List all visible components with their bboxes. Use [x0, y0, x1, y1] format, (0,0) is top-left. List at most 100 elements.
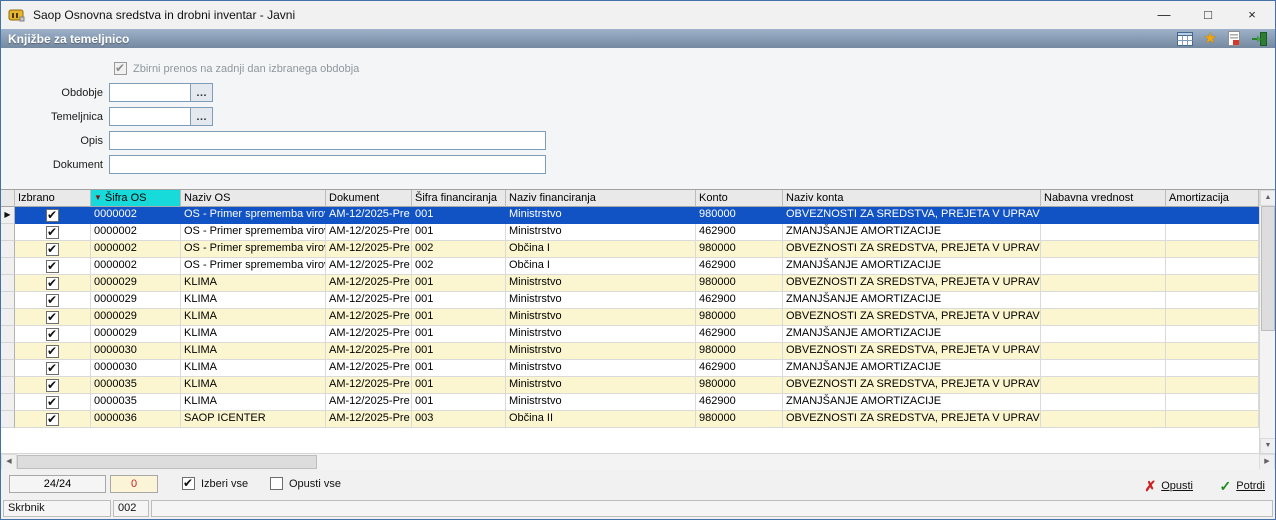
column-header-sifra_os[interactable]: ▼ Šifra OS: [91, 190, 181, 207]
scroll-left-icon[interactable]: ◀: [1, 454, 17, 470]
row-selector: [1, 275, 15, 292]
row-selector: [1, 326, 15, 343]
secondary-counter: 0: [110, 475, 158, 493]
cell-izbrano[interactable]: [15, 343, 91, 360]
cell-izbrano[interactable]: [15, 292, 91, 309]
grid-row[interactable]: 0000030KLIMAAM-12/2025-Pre001Ministrstvo…: [1, 360, 1259, 377]
cell-naziv_os: KLIMA: [181, 360, 326, 377]
column-header-naziv_fin[interactable]: Naziv financiranja: [506, 190, 696, 207]
maximize-icon[interactable]: □: [1193, 4, 1223, 26]
row-checkbox[interactable]: [46, 412, 59, 427]
cell-sifra_fin: 001: [412, 360, 506, 377]
cell-naziv_konta: OBVEZNOSTI ZA SREDSTVA, PREJETA V UPRAVL…: [783, 343, 1041, 360]
horizontal-scrollbar[interactable]: ◀ ▶: [1, 453, 1275, 470]
potrdi-button-label: Potrdi: [1236, 480, 1265, 492]
column-header-naziv_konta[interactable]: Naziv konta: [783, 190, 1041, 207]
cell-naziv_os: KLIMA: [181, 292, 326, 309]
cell-izbrano[interactable]: [15, 275, 91, 292]
temeljnica-input[interactable]: [109, 107, 191, 126]
dokument-input[interactable]: [109, 155, 546, 174]
grid-row[interactable]: 0000035KLIMAAM-12/2025-Pre001Ministrstvo…: [1, 394, 1259, 411]
report-icon[interactable]: [1228, 31, 1240, 46]
grid-row[interactable]: 0000002OS - Primer sprememba virovAM-12/…: [1, 241, 1259, 258]
close-icon[interactable]: ×: [1237, 4, 1267, 26]
cell-sifra_os: 0000002: [91, 207, 181, 224]
cell-izbrano[interactable]: [15, 360, 91, 377]
cell-izbrano[interactable]: [15, 394, 91, 411]
cell-izbrano[interactable]: [15, 411, 91, 428]
column-header-naziv_os[interactable]: Naziv OS: [181, 190, 326, 207]
izberi-vse-checkbox[interactable]: Izberi vse: [182, 476, 248, 490]
row-checkbox[interactable]: [46, 395, 59, 410]
grid-row[interactable]: ▶ 0000002OS - Primer sprememba virovAM-12…: [1, 207, 1259, 224]
cell-naziv_os: KLIMA: [181, 377, 326, 394]
obdobje-picker-button[interactable]: …: [191, 83, 213, 102]
opusti-vse-checkbox[interactable]: Opusti vse: [270, 477, 341, 490]
cell-izbrano[interactable]: [15, 377, 91, 394]
opusti-vse-box[interactable]: [270, 477, 283, 490]
grid-row[interactable]: 0000029KLIMAAM-12/2025-Pre001Ministrstvo…: [1, 309, 1259, 326]
scroll-down-icon[interactable]: ▼: [1260, 438, 1275, 454]
opusti-button[interactable]: ✗ Opusti: [1144, 476, 1193, 496]
horizontal-scroll-thumb[interactable]: [17, 455, 317, 469]
row-checkbox[interactable]: [46, 344, 59, 359]
cell-izbrano[interactable]: [15, 207, 91, 224]
cell-konto: 980000: [696, 275, 783, 292]
cell-dokument: AM-12/2025-Pre: [326, 258, 412, 275]
grid-row[interactable]: 0000002OS - Primer sprememba virovAM-12/…: [1, 224, 1259, 241]
column-header-izbrano[interactable]: Izbrano: [15, 190, 91, 207]
column-header-nabavna[interactable]: Nabavna vrednost: [1041, 190, 1166, 207]
vertical-scrollbar[interactable]: ▲ ▼: [1259, 190, 1275, 454]
potrdi-button[interactable]: ✓ Potrdi: [1220, 476, 1265, 496]
cell-izbrano[interactable]: [15, 224, 91, 241]
row-selector: [1, 411, 15, 428]
row-checkbox[interactable]: [46, 378, 59, 393]
minimize-icon[interactable]: —: [1149, 4, 1179, 26]
column-header-konto[interactable]: Konto: [696, 190, 783, 207]
row-checkbox[interactable]: [46, 242, 59, 257]
izberi-vse-box[interactable]: [182, 476, 195, 490]
scroll-right-icon[interactable]: ▶: [1259, 454, 1275, 470]
vertical-scroll-thumb[interactable]: [1261, 206, 1275, 331]
opis-input[interactable]: [109, 131, 546, 150]
column-header-amort[interactable]: Amortizacija: [1166, 190, 1259, 207]
cell-naziv_os: OS - Primer sprememba virov: [181, 241, 326, 258]
cell-nabavna: [1041, 309, 1166, 326]
cell-amort: [1166, 343, 1259, 360]
cell-amort: [1166, 241, 1259, 258]
row-checkbox[interactable]: [46, 327, 59, 342]
favorites-star-icon[interactable]: ★: [1204, 31, 1217, 46]
row-checkbox[interactable]: [46, 276, 59, 291]
grid-row[interactable]: 0000030KLIMAAM-12/2025-Pre001Ministrstvo…: [1, 343, 1259, 360]
row-checkbox[interactable]: [46, 259, 59, 274]
cell-sifra_fin: 001: [412, 292, 506, 309]
row-checkbox[interactable]: [46, 293, 59, 308]
grid-row[interactable]: 0000029KLIMAAM-12/2025-Pre001Ministrstvo…: [1, 275, 1259, 292]
cell-izbrano[interactable]: [15, 241, 91, 258]
grid-corner: [1, 190, 15, 207]
exit-icon[interactable]: [1251, 31, 1267, 46]
cell-dokument: AM-12/2025-Pre: [326, 360, 412, 377]
grid-row[interactable]: 0000002OS - Primer sprememba virovAM-12/…: [1, 258, 1259, 275]
cell-izbrano[interactable]: [15, 258, 91, 275]
row-checkbox[interactable]: [46, 361, 59, 376]
row-checkbox[interactable]: [46, 208, 59, 223]
column-header-sifra_fin[interactable]: Šifra financiranja: [412, 190, 506, 207]
cell-izbrano[interactable]: [15, 309, 91, 326]
grid-row[interactable]: 0000035KLIMAAM-12/2025-Pre001Ministrstvo…: [1, 377, 1259, 394]
cell-sifra_fin: 001: [412, 207, 506, 224]
grid-row[interactable]: 0000029KLIMAAM-12/2025-Pre001Ministrstvo…: [1, 326, 1259, 343]
cell-sifra_fin: 001: [412, 326, 506, 343]
temeljnica-picker-button[interactable]: …: [191, 107, 213, 126]
grid-body: ▶0000002OS - Primer sprememba virovAM-12…: [1, 207, 1259, 454]
grid-row[interactable]: 0000036SAOP ICENTERAM-12/2025-Pre003Obči…: [1, 411, 1259, 428]
table-settings-icon[interactable]: [1176, 31, 1193, 46]
cell-naziv_konta: OBVEZNOSTI ZA SREDSTVA, PREJETA V UPRAVL…: [783, 411, 1041, 428]
obdobje-input[interactable]: [109, 83, 191, 102]
scroll-up-icon[interactable]: ▲: [1260, 190, 1275, 206]
row-checkbox[interactable]: [46, 310, 59, 325]
row-checkbox[interactable]: [46, 225, 59, 240]
column-header-dokument[interactable]: Dokument: [326, 190, 412, 207]
cell-izbrano[interactable]: [15, 326, 91, 343]
grid-row[interactable]: 0000029KLIMAAM-12/2025-Pre001Ministrstvo…: [1, 292, 1259, 309]
